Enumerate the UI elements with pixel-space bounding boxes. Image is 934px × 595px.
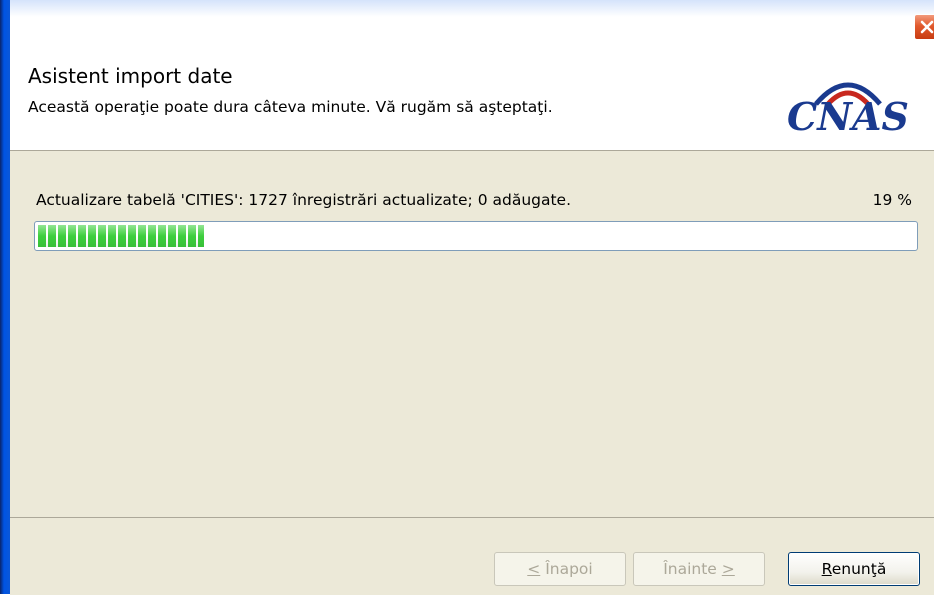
back-button[interactable]: < Înapoi [494, 552, 626, 586]
progress-percent: 19 % [872, 191, 912, 209]
cancel-label: enunţă [831, 560, 887, 578]
logo-text: CNAS [787, 94, 909, 134]
window-frame-left [0, 0, 10, 594]
wizard-subtitle: Această operaţie poate dura câteva minut… [28, 98, 553, 116]
wizard-content: Actualizare tabelă 'CITIES': 1727 înregi… [10, 151, 934, 517]
cancel-accel-key: R [821, 560, 832, 578]
next-button[interactable]: Înainte > [633, 552, 765, 586]
progress-status-text: Actualizare tabelă 'CITIES': 1727 înregi… [36, 191, 572, 209]
cancel-button[interactable]: Renunţă [788, 552, 920, 586]
close-button[interactable] [914, 14, 934, 40]
back-accel-key: < [527, 560, 541, 578]
wizard-title: Asistent import date [28, 64, 233, 88]
wizard-header: Asistent import date Această operaţie po… [10, 48, 934, 151]
back-label: Înapoi [540, 560, 593, 578]
close-icon [920, 20, 934, 34]
progress-fill [38, 225, 204, 247]
title-bar[interactable] [10, 0, 934, 48]
next-accel-key: > [721, 560, 735, 578]
cnas-logo: CNAS [787, 82, 909, 134]
next-label: Înainte [663, 560, 722, 578]
progress-bar [34, 221, 918, 251]
wizard-footer: < Înapoi Înainte > Renunţă [10, 517, 934, 595]
